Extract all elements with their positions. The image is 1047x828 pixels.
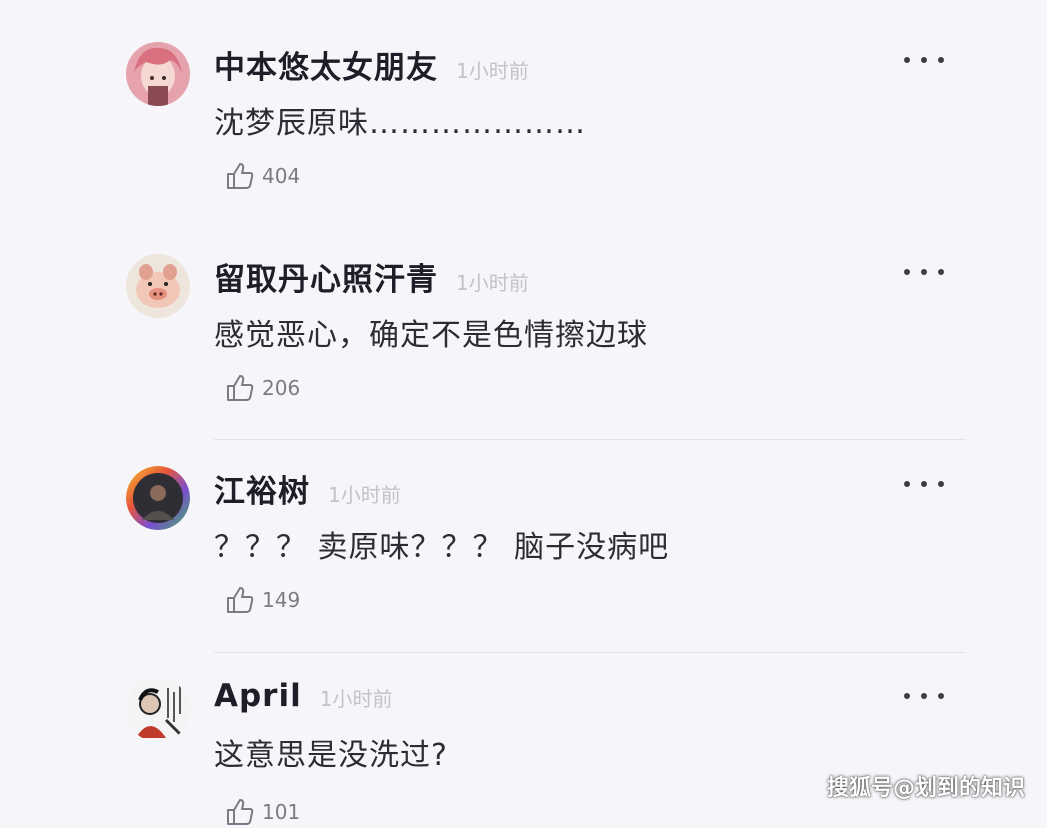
thumbs-up-icon: [227, 375, 254, 401]
pig-avatar-icon: [126, 254, 190, 318]
like-button[interactable]: 149: [224, 584, 300, 616]
timestamp: 1小时前: [319, 687, 393, 711]
username-text[interactable]: 留取丹心照汗青: [214, 262, 438, 298]
sketch-avatar-icon: [126, 678, 190, 742]
timestamp: 1小时前: [456, 59, 529, 83]
comment-text: ？？？ 卖原味？？？ 脑子没病吧: [214, 530, 670, 565]
watermark: 搜狐号@划到的知识: [826, 776, 1025, 801]
username[interactable]: April 1小时前: [214, 678, 392, 714]
more-options-icon[interactable]: [904, 686, 944, 706]
avatar[interactable]: [126, 466, 190, 530]
username-text[interactable]: 江裕树: [214, 474, 310, 510]
like-button[interactable]: 101: [224, 796, 300, 828]
comment-text: 感觉恶心，确定不是色情擦边球: [214, 318, 648, 353]
more-options-icon[interactable]: [904, 262, 944, 282]
like-count: 206: [262, 376, 301, 400]
thumbs-up-icon: [227, 799, 254, 825]
comment-feed: 中本悠太女朋友 1小时前 沈梦辰原味………………… 404 留取丹心照汗青 1小…: [0, 0, 1047, 825]
avatar[interactable]: [126, 678, 190, 742]
username[interactable]: 中本悠太女朋友 1小时前: [214, 42, 529, 87]
rainbow-ring-avatar-icon: [126, 466, 190, 530]
like-count: 404: [262, 164, 301, 188]
divider: [214, 652, 966, 653]
thumbs-up-icon: [227, 587, 254, 613]
like-count: 101: [262, 800, 301, 824]
pink-hair-avatar-icon: [126, 42, 190, 106]
avatar[interactable]: [126, 254, 190, 318]
like-button[interactable]: 404: [224, 160, 300, 192]
timestamp: 1小时前: [328, 483, 401, 507]
username-text[interactable]: 中本悠太女朋友: [214, 50, 438, 86]
like-button[interactable]: 206: [224, 372, 300, 404]
username[interactable]: 留取丹心照汗青 1小时前: [214, 254, 529, 299]
more-options-icon[interactable]: [904, 474, 944, 494]
comment-text: 沈梦辰原味…………………: [214, 106, 586, 141]
avatar[interactable]: [126, 42, 190, 106]
thumbs-up-icon: [227, 163, 254, 189]
like-count: 149: [262, 588, 301, 612]
timestamp: 1小时前: [456, 271, 529, 295]
username[interactable]: 江裕树 1小时前: [214, 466, 401, 511]
divider: [214, 439, 966, 440]
username-text[interactable]: April: [214, 678, 302, 714]
comment-text: 这意思是没洗过?: [214, 738, 448, 773]
more-options-icon[interactable]: [904, 50, 944, 70]
